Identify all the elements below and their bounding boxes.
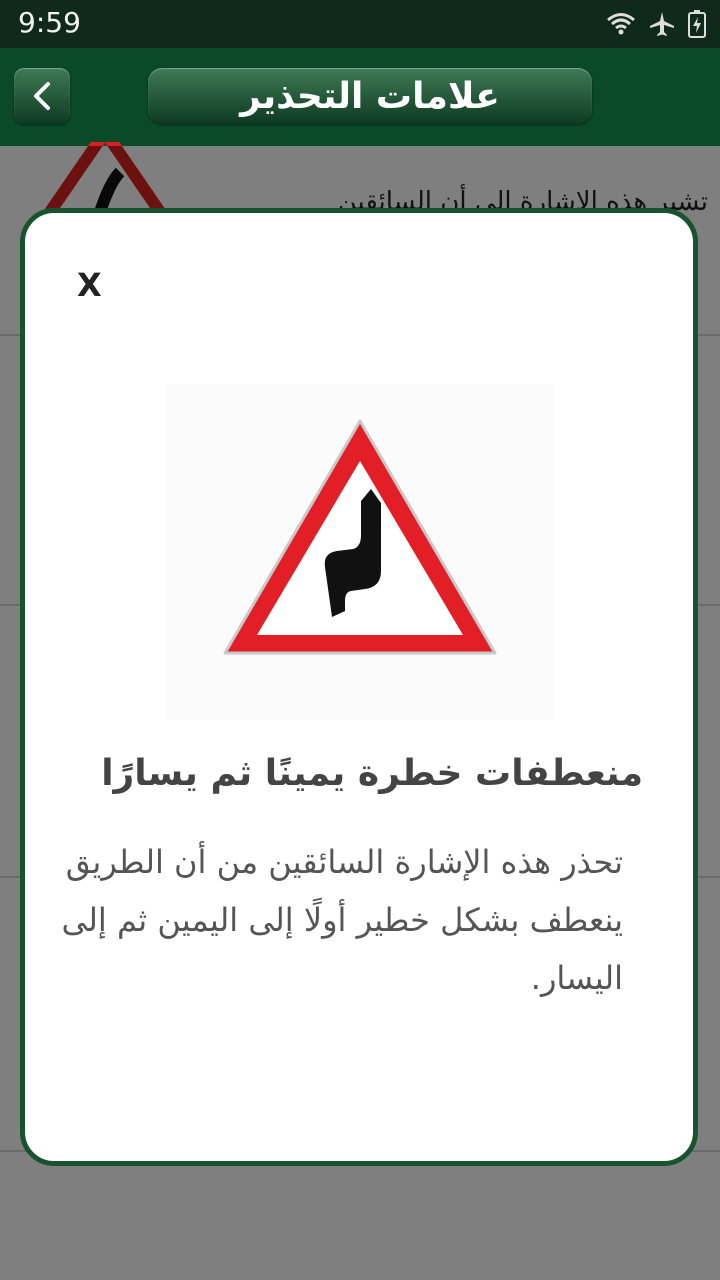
status-bar: 9:59: [0, 0, 720, 48]
close-button[interactable]: X: [77, 265, 113, 305]
sign-title: منعطفات خطرة يمينًا ثم يسارًا: [101, 753, 643, 794]
sign-image: [165, 385, 555, 719]
battery-charging-icon: [688, 10, 706, 38]
airplane-mode-icon: [648, 10, 676, 38]
double-curve-warning-sign-icon: [223, 419, 497, 655]
chevron-left-icon: [34, 82, 50, 110]
status-icons: [606, 8, 706, 40]
sign-detail-dialog: X منعطفات خطرة يمينًا ثم يسارًا تحذر هذه…: [20, 208, 698, 1166]
app-bar: علامات التحذير: [0, 48, 720, 146]
page-title: علامات التحذير: [240, 75, 500, 117]
title-pill: علامات التحذير: [148, 68, 592, 124]
wifi-icon: [606, 11, 636, 37]
sign-description: تحذر هذه الإشارة السائقين من أن الطريق ي…: [61, 843, 623, 997]
status-time: 9:59: [18, 6, 81, 39]
back-button[interactable]: [14, 68, 70, 124]
